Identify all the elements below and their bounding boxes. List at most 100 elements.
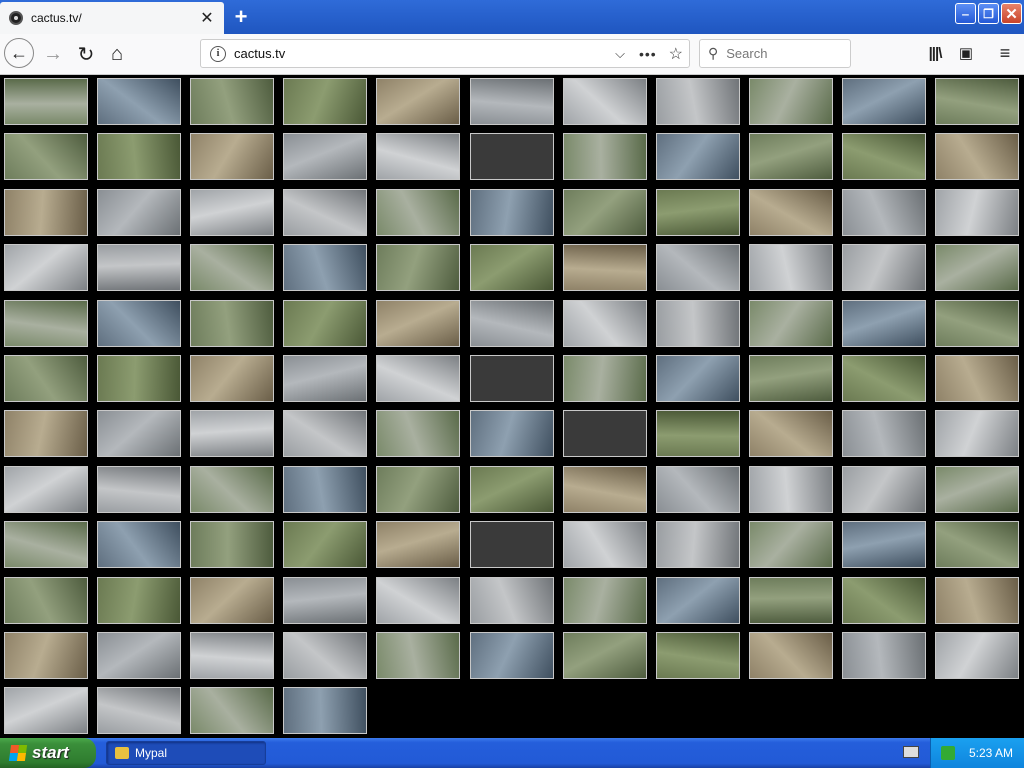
camera-thumbnail[interactable] <box>563 244 647 291</box>
camera-thumbnail[interactable] <box>283 78 367 125</box>
camera-thumbnail[interactable] <box>190 300 274 347</box>
sidebar-icon[interactable]: ▣ <box>955 42 977 64</box>
taskbar-item-mypal[interactable]: Mypal <box>106 741 266 765</box>
camera-thumbnail[interactable] <box>97 300 181 347</box>
camera-thumbnail[interactable] <box>656 466 740 513</box>
minimize-button[interactable]: ‒ <box>955 3 976 24</box>
camera-thumbnail[interactable] <box>190 577 274 624</box>
camera-thumbnail[interactable] <box>4 78 88 125</box>
camera-thumbnail[interactable] <box>376 189 460 236</box>
reload-button[interactable]: ↻ <box>70 38 102 70</box>
menu-icon[interactable]: ≡ <box>994 42 1016 64</box>
camera-thumbnail[interactable] <box>376 244 460 291</box>
camera-thumbnail[interactable] <box>283 189 367 236</box>
camera-thumbnail[interactable] <box>470 78 554 125</box>
camera-thumbnail[interactable] <box>97 244 181 291</box>
camera-thumbnail[interactable] <box>656 133 740 180</box>
new-tab-button[interactable]: + <box>230 4 252 29</box>
bookmark-star-icon[interactable]: ☆ <box>669 44 683 64</box>
search-box[interactable]: ⚲ <box>699 39 851 68</box>
camera-thumbnail[interactable] <box>842 632 926 679</box>
camera-thumbnail[interactable] <box>935 244 1019 291</box>
camera-thumbnail[interactable] <box>656 577 740 624</box>
keyboard-icon[interactable] <box>903 746 919 758</box>
camera-thumbnail[interactable] <box>376 410 460 457</box>
page-actions-icon[interactable]: ••• <box>639 46 657 62</box>
camera-thumbnail[interactable] <box>842 521 926 568</box>
camera-thumbnail[interactable] <box>656 632 740 679</box>
camera-thumbnail[interactable] <box>563 577 647 624</box>
camera-thumbnail[interactable] <box>563 632 647 679</box>
camera-thumbnail[interactable] <box>4 189 88 236</box>
camera-thumbnail[interactable] <box>283 133 367 180</box>
camera-thumbnail[interactable] <box>283 410 367 457</box>
home-button[interactable]: ⌂ <box>101 38 133 70</box>
camera-thumbnail[interactable] <box>842 133 926 180</box>
url-text[interactable]: cactus.tv <box>234 46 615 61</box>
camera-thumbnail[interactable] <box>842 189 926 236</box>
camera-thumbnail[interactable] <box>749 521 833 568</box>
camera-thumbnail[interactable] <box>4 133 88 180</box>
camera-thumbnail[interactable] <box>376 355 460 402</box>
network-icon[interactable] <box>941 746 955 760</box>
camera-thumbnail[interactable] <box>190 466 274 513</box>
camera-thumbnail[interactable] <box>4 244 88 291</box>
camera-thumbnail[interactable] <box>97 133 181 180</box>
camera-thumbnail[interactable] <box>283 300 367 347</box>
camera-thumbnail[interactable] <box>563 410 647 457</box>
camera-thumbnail[interactable] <box>470 189 554 236</box>
camera-thumbnail[interactable] <box>749 78 833 125</box>
camera-thumbnail[interactable] <box>190 78 274 125</box>
camera-thumbnail[interactable] <box>656 410 740 457</box>
camera-thumbnail[interactable] <box>190 632 274 679</box>
camera-thumbnail[interactable] <box>749 466 833 513</box>
camera-thumbnail[interactable] <box>190 133 274 180</box>
camera-thumbnail[interactable] <box>563 300 647 347</box>
maximize-button[interactable]: ❐ <box>978 3 999 24</box>
camera-thumbnail[interactable] <box>376 632 460 679</box>
camera-thumbnail[interactable] <box>749 410 833 457</box>
camera-thumbnail[interactable] <box>749 189 833 236</box>
camera-thumbnail[interactable] <box>97 410 181 457</box>
camera-thumbnail[interactable] <box>749 632 833 679</box>
camera-thumbnail[interactable] <box>4 687 88 734</box>
camera-thumbnail[interactable] <box>935 632 1019 679</box>
camera-thumbnail[interactable] <box>283 577 367 624</box>
camera-thumbnail[interactable] <box>749 355 833 402</box>
camera-thumbnail[interactable] <box>935 355 1019 402</box>
camera-thumbnail[interactable] <box>563 78 647 125</box>
camera-thumbnail[interactable] <box>190 355 274 402</box>
url-dropdown-icon[interactable]: ⌵ <box>615 46 625 62</box>
camera-thumbnail[interactable] <box>190 189 274 236</box>
camera-thumbnail[interactable] <box>190 244 274 291</box>
camera-thumbnail[interactable] <box>935 189 1019 236</box>
camera-thumbnail[interactable] <box>97 189 181 236</box>
camera-thumbnail[interactable] <box>4 466 88 513</box>
camera-thumbnail[interactable] <box>935 410 1019 457</box>
camera-thumbnail[interactable] <box>563 521 647 568</box>
camera-thumbnail[interactable] <box>283 632 367 679</box>
camera-thumbnail[interactable] <box>842 577 926 624</box>
camera-thumbnail[interactable] <box>470 466 554 513</box>
camera-thumbnail[interactable] <box>283 687 367 734</box>
site-info-icon[interactable]: i <box>210 45 226 62</box>
tab-cactus[interactable]: cactus.tv/ ✕ <box>0 2 224 34</box>
camera-thumbnail[interactable] <box>749 300 833 347</box>
camera-thumbnail[interactable] <box>842 300 926 347</box>
camera-thumbnail[interactable] <box>470 521 554 568</box>
close-window-button[interactable]: ✕ <box>1001 3 1022 24</box>
forward-button[interactable]: → <box>37 38 69 70</box>
camera-thumbnail[interactable] <box>4 632 88 679</box>
camera-thumbnail[interactable] <box>470 300 554 347</box>
camera-thumbnail[interactable] <box>97 687 181 734</box>
camera-thumbnail[interactable] <box>97 577 181 624</box>
camera-thumbnail[interactable] <box>935 521 1019 568</box>
camera-thumbnail[interactable] <box>842 244 926 291</box>
camera-thumbnail[interactable] <box>656 244 740 291</box>
search-input[interactable] <box>724 45 839 62</box>
camera-thumbnail[interactable] <box>4 300 88 347</box>
camera-thumbnail[interactable] <box>935 466 1019 513</box>
camera-thumbnail[interactable] <box>935 577 1019 624</box>
camera-thumbnail[interactable] <box>4 355 88 402</box>
back-button[interactable]: ← <box>4 38 34 68</box>
